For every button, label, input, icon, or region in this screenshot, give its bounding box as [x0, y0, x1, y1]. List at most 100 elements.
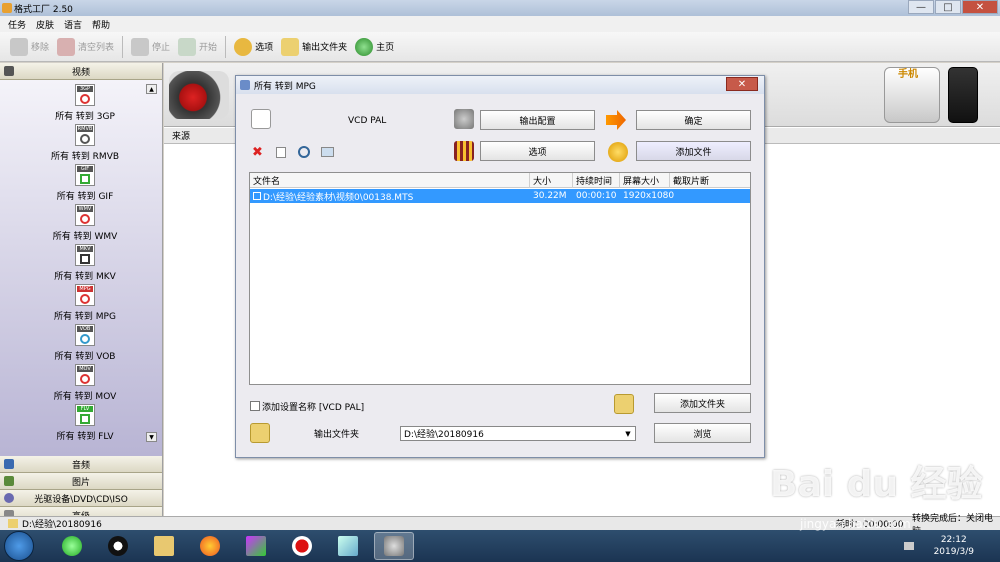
category-image[interactable]: 图片	[0, 473, 162, 490]
menu-help[interactable]: 帮助	[92, 18, 110, 31]
maximize-button[interactable]: □	[935, 0, 961, 14]
arrow-right-icon	[606, 110, 626, 130]
output-folder-label: 输出文件夹	[314, 430, 360, 440]
format-vob[interactable]: VOB 所有 转到 VOB	[40, 324, 130, 364]
column-duration[interactable]: 持续时间	[573, 173, 620, 188]
baidu-watermark-url: jingyan.baidu.com	[800, 517, 911, 531]
folder-status-icon	[8, 519, 18, 528]
rmvb-icon: RMVB	[75, 124, 95, 146]
file-icon	[253, 192, 261, 200]
taskbar-app-explorer[interactable]	[144, 532, 184, 560]
mpg-format-icon	[251, 109, 271, 129]
add-setting-name-checkbox[interactable]	[250, 401, 260, 411]
taskbar-app-format-factory[interactable]	[374, 532, 414, 560]
category-video[interactable]: 视频	[0, 63, 162, 80]
flv-icon: FLV	[75, 404, 95, 426]
output-config-button[interactable]: 输出配置	[480, 110, 595, 130]
tray-icon[interactable]	[903, 542, 914, 550]
minimize-button[interactable]: —	[908, 0, 934, 14]
column-size[interactable]: 大小	[530, 173, 573, 188]
taskbar-app-firefox[interactable]	[190, 532, 230, 560]
table-row[interactable]: D:\经验\经验素材\视频0\00138.MTS 30.22M 00:00:10…	[250, 189, 750, 203]
format-mov[interactable]: MOV 所有 转到 MOV	[40, 364, 130, 404]
sidebar: 视频 3GP 所有 转到 3GP RMVB 所有 转到 RMVB GIF 所有 转到 …	[0, 63, 163, 524]
record-icon	[292, 536, 312, 556]
format-mkv[interactable]: MKV 所有 转到 MKV	[40, 244, 130, 284]
media-app-icon	[246, 536, 266, 556]
cell-clip	[670, 189, 750, 203]
format-gif[interactable]: GIF 所有 转到 GIF	[40, 164, 130, 204]
video-category-icon	[4, 66, 14, 76]
browse-button[interactable]: 浏览	[654, 423, 751, 443]
wmv-icon: WMV	[75, 204, 95, 226]
format-mpg[interactable]: MPG 所有 转到 MPG	[40, 284, 130, 324]
format-3gp[interactable]: 3GP 所有 转到 3GP	[40, 84, 130, 124]
column-clip[interactable]: 截取片断	[670, 173, 750, 188]
stop-button[interactable]: 停止	[131, 35, 170, 59]
dialog-close-button[interactable]: ✕	[726, 77, 758, 91]
camcorder-icon	[169, 71, 229, 119]
home-button[interactable]: 主页	[355, 35, 394, 59]
menu-task[interactable]: 任务	[8, 18, 26, 31]
column-screen-size[interactable]: 屏幕大小	[620, 173, 670, 188]
play-icon[interactable]	[298, 146, 310, 158]
scroll-down-button[interactable]: ▼	[146, 432, 157, 442]
preview-icon[interactable]	[321, 147, 334, 157]
taskbar-app-record[interactable]	[282, 532, 322, 560]
dialog-icon	[240, 80, 250, 90]
toolbar-separator	[122, 35, 124, 58]
category-audio[interactable]: 音频	[0, 456, 162, 473]
tablet-app-icon	[338, 536, 358, 556]
firefox-icon	[200, 536, 220, 556]
taskbar-app-tablet[interactable]	[328, 532, 368, 560]
options-icon	[234, 37, 253, 56]
format-rmvb[interactable]: RMVB 所有 转到 RMVB	[40, 124, 130, 164]
window-title-bar: 格式工厂 2.50 — □ ✕	[0, 0, 1000, 16]
column-filename[interactable]: 文件名	[250, 173, 530, 188]
format-flv[interactable]: FLV 所有 转到 FLV	[40, 404, 130, 444]
menu-skin[interactable]: 皮肤	[36, 18, 54, 31]
output-folder-button[interactable]: 输出文件夹	[281, 35, 347, 59]
add-file-icon	[608, 142, 628, 162]
convert-dialog: 所有 转到 MPG ✕ VCD PAL 输出配置 确定 ✖ 选项 添加文件 文件…	[235, 75, 765, 458]
category-rom-device[interactable]: 光驱设备\DVD\CD\ISO	[0, 490, 162, 507]
clear-list-button[interactable]: 清空列表	[57, 35, 114, 59]
taskbar-app-1[interactable]	[52, 532, 92, 560]
start-button-windows[interactable]	[4, 531, 34, 561]
add-folder-button[interactable]: 添加文件夹	[654, 393, 751, 413]
window-caption-buttons: — □ ✕	[907, 0, 998, 14]
window-title: 格式工厂 2.50	[14, 4, 73, 15]
3gp-icon: 3GP	[75, 84, 95, 106]
clear-icon[interactable]	[276, 147, 286, 158]
close-window-button[interactable]: ✕	[962, 0, 998, 14]
start-button[interactable]: 开始	[178, 35, 217, 59]
home-globe-icon	[355, 37, 374, 56]
options-button[interactable]: 选项	[234, 35, 273, 59]
clock[interactable]: 22:12 2019/3/9	[934, 534, 974, 558]
format-wmv[interactable]: WMV 所有 转到 WMV	[40, 204, 130, 244]
dialog-title-bar: 所有 转到 MPG ✕	[236, 76, 764, 94]
chevron-down-icon: ▼	[625, 429, 631, 438]
system-tray: 22:12 2019/3/9	[903, 530, 1000, 562]
delete-icon[interactable]: ✖	[252, 145, 263, 160]
toolbar: 移除 清空列表 停止 开始 选项 输出文件夹 主页	[0, 32, 1000, 62]
table-header: 文件名 大小 持续时间 屏幕大小 截取片断	[250, 173, 750, 188]
menu-language[interactable]: 语言	[64, 18, 82, 31]
add-file-button[interactable]: 添加文件	[636, 141, 751, 161]
folder-icon	[281, 37, 300, 56]
mov-icon: MOV	[75, 364, 95, 386]
format-list: 3GP 所有 转到 3GP RMVB 所有 转到 RMVB GIF 所有 转到 GIF…	[0, 80, 162, 456]
options-button-dialog[interactable]: 选项	[480, 141, 595, 161]
taskbar-app-qq[interactable]	[98, 532, 138, 560]
clear-list-icon	[57, 37, 76, 56]
ok-button[interactable]: 确定	[636, 110, 751, 130]
mkv-icon: MKV	[75, 244, 95, 266]
taskbar-app-media[interactable]	[236, 532, 276, 560]
scroll-up-button[interactable]: ▲	[146, 84, 157, 94]
cell-filename: D:\经验\经验素材\视频0\00138.MTS	[250, 189, 530, 203]
explorer-folder-icon	[154, 536, 174, 556]
output-folder-select[interactable]: D:\经验\20180916 ▼	[400, 426, 636, 441]
film-options-icon	[454, 141, 474, 161]
remove-button[interactable]: 移除	[10, 35, 49, 59]
cell-size: 30.22M	[533, 191, 567, 201]
